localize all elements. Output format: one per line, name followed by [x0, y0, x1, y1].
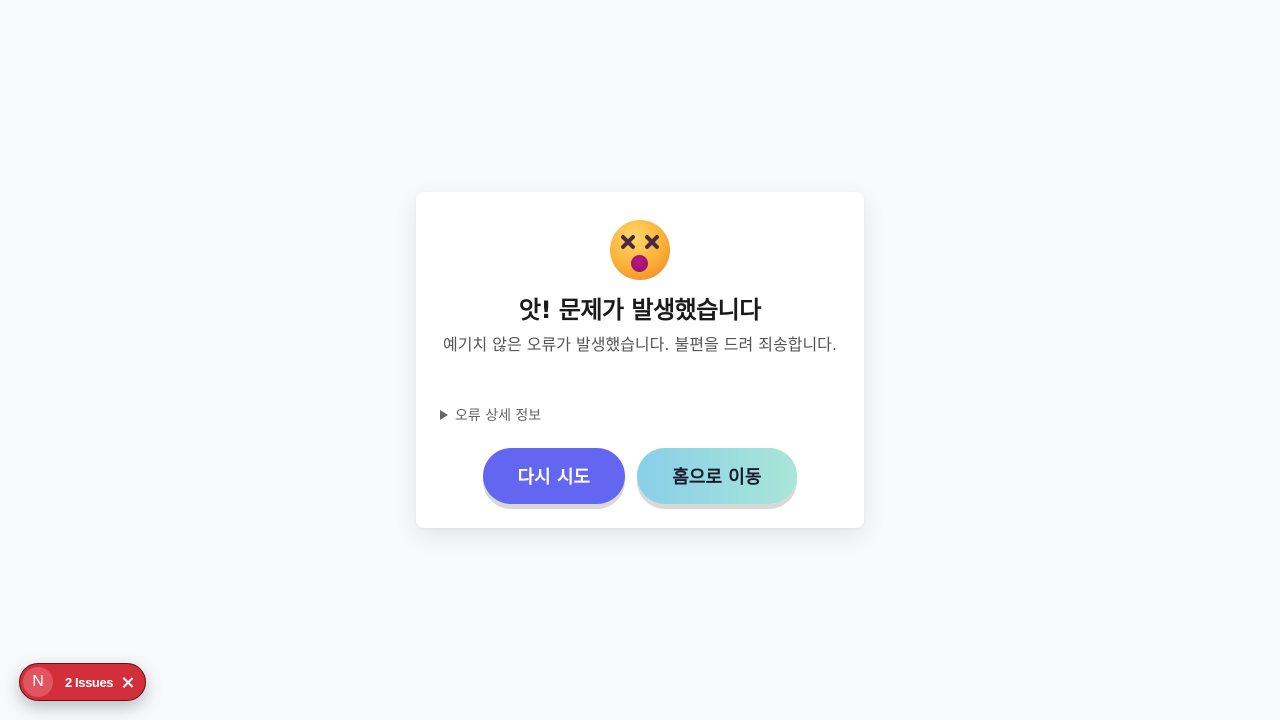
close-icon[interactable] [122, 677, 133, 688]
error-details-toggle[interactable]: 오류 상세 정보 [440, 405, 541, 425]
dev-issues-badge[interactable]: N 2 Issues [19, 663, 146, 701]
retry-button[interactable]: 다시 시도 [483, 448, 625, 504]
nextjs-logo-icon: N [23, 667, 53, 697]
go-home-button[interactable]: 홈으로 이동 [637, 448, 797, 504]
error-details-label: 오류 상세 정보 [455, 408, 542, 424]
error-card: 앗! 문제가 발생했습니다 예기치 않은 오류가 발생했습니다. 불편을 드려 … [416, 192, 864, 528]
issues-count-label: 2 Issues [65, 674, 114, 690]
disclosure-triangle-icon [440, 410, 448, 420]
error-title: 앗! 문제가 발생했습니다 [519, 296, 761, 324]
dizzy-face-emoji-icon [610, 220, 670, 280]
error-message: 예기치 않은 오류가 발생했습니다. 불편을 드려 죄송합니다. [443, 335, 837, 354]
